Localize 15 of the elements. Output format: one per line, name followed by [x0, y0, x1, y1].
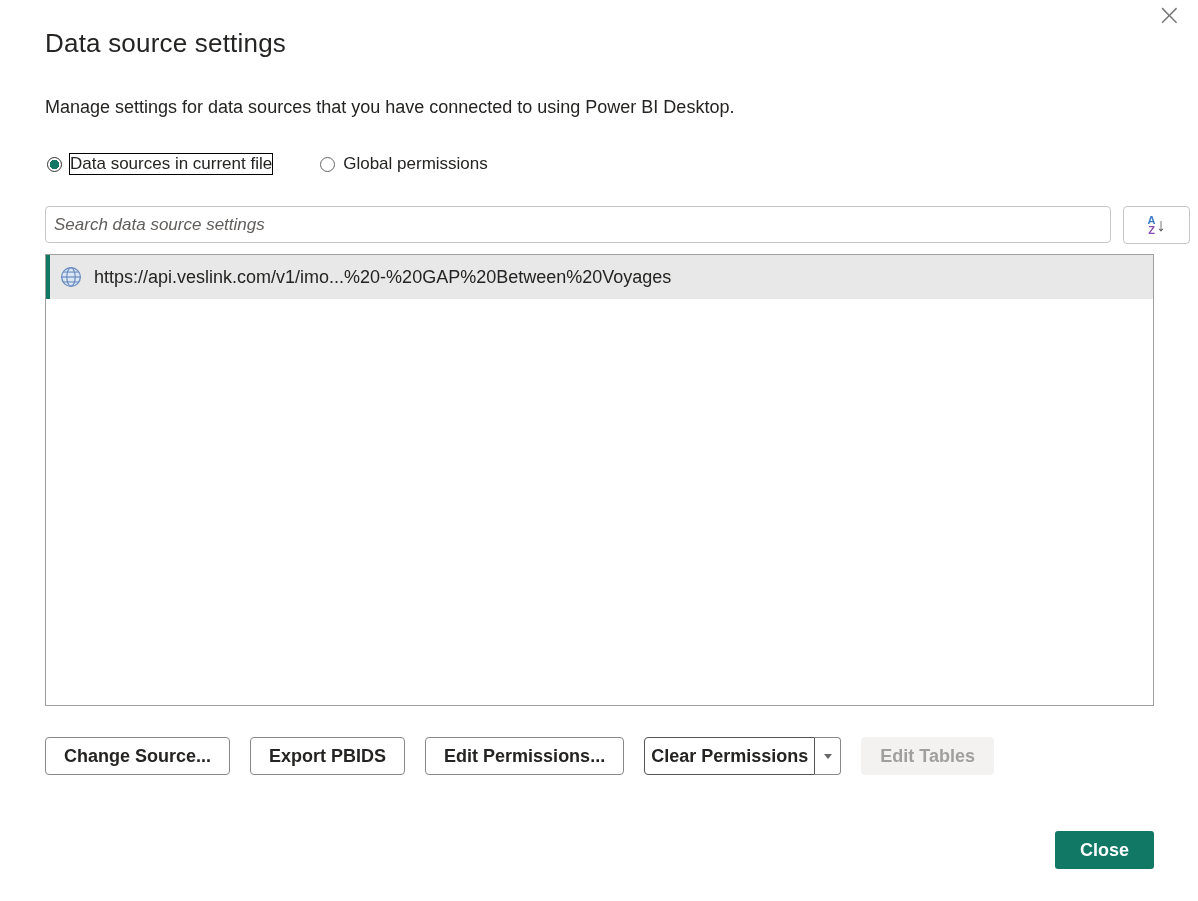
dialog-title: Data source settings [45, 28, 286, 59]
dropdown-button[interactable] [815, 737, 842, 775]
radio-option[interactable]: Global permissions [318, 152, 490, 176]
radio-option[interactable]: Data sources in current file [45, 152, 275, 176]
clear-permissions-button[interactable]: Clear Permissions [644, 737, 816, 775]
action-button[interactable]: Export PBIDS [250, 737, 406, 775]
caret-icon [823, 753, 832, 759]
source-item[interactable]: https://api.veslink.com/v1/imo...%20-%20GAP%20Between%20Voyages [46, 255, 1153, 299]
source-url: https://api.veslink.com/v1/imo...%20-%20GAP%20Between%20Voyages [94, 266, 672, 288]
search-field[interactable]: Search data source settings [45, 206, 1111, 243]
action-button[interactable]: Change Source... [45, 737, 231, 775]
action-button[interactable]: Edit Permissions... [425, 737, 625, 775]
description-text: Manage settings for data sources that you have connected to using Power BI Desktop. [45, 97, 736, 118]
globe-icon [60, 266, 82, 288]
close-button[interactable]: Close [1055, 831, 1154, 869]
